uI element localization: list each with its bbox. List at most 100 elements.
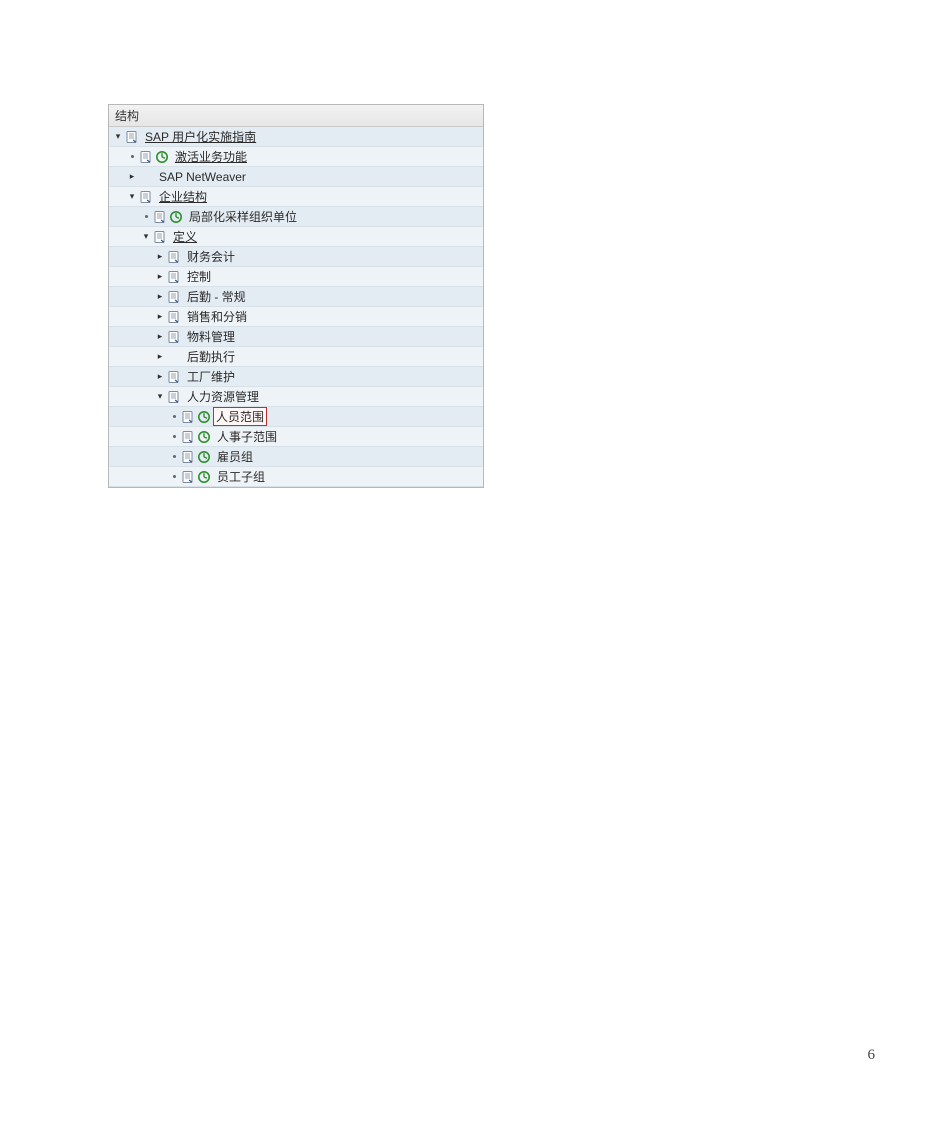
indent-spacer xyxy=(113,356,155,357)
document-icon[interactable] xyxy=(153,230,167,244)
document-icon[interactable] xyxy=(167,250,181,264)
indent-spacer xyxy=(113,216,141,217)
tree-row[interactable]: ▾ 企业结构 xyxy=(109,187,483,207)
tree-row[interactable]: 人事子范围 xyxy=(109,427,483,447)
tree-node-label[interactable]: 人事子范围 xyxy=(213,428,277,445)
tree-node-label[interactable]: 人员范围 xyxy=(213,407,267,426)
document-icon[interactable] xyxy=(125,130,139,144)
tree-node-label[interactable]: SAP 用户化实施指南 xyxy=(141,128,256,145)
page-number: 6 xyxy=(868,1047,876,1064)
tree-node-label[interactable]: 物料管理 xyxy=(183,328,235,345)
activity-icon[interactable] xyxy=(197,430,211,444)
indent-spacer xyxy=(113,296,155,297)
indent-spacer xyxy=(113,376,155,377)
activity-icon[interactable] xyxy=(169,210,183,224)
icon-spacer xyxy=(139,170,153,184)
tree-header: 结构 xyxy=(109,105,483,127)
tree-row[interactable]: ▸ SAP NetWeaver xyxy=(109,167,483,187)
document-icon[interactable] xyxy=(167,290,181,304)
document-icon[interactable] xyxy=(139,150,153,164)
document-icon[interactable] xyxy=(181,430,195,444)
expand-toggle-icon[interactable]: ▸ xyxy=(155,312,165,322)
activity-icon[interactable] xyxy=(197,450,211,464)
indent-spacer xyxy=(113,156,127,157)
indent-spacer xyxy=(113,396,155,397)
document-icon[interactable] xyxy=(139,190,153,204)
tree-row[interactable]: ▸ 控制 xyxy=(109,267,483,287)
tree-node-label[interactable]: 控制 xyxy=(183,268,211,285)
document-icon[interactable] xyxy=(167,270,181,284)
leaf-bullet-icon xyxy=(127,152,137,162)
tree-header-label: 结构 xyxy=(115,109,139,123)
leaf-bullet-icon xyxy=(169,452,179,462)
icon-spacer xyxy=(167,350,181,364)
expand-toggle-icon[interactable]: ▸ xyxy=(155,272,165,282)
indent-spacer xyxy=(113,336,155,337)
document-icon[interactable] xyxy=(167,390,181,404)
document-icon[interactable] xyxy=(181,470,195,484)
tree-row[interactable]: ▸ 销售和分销 xyxy=(109,307,483,327)
tree-row[interactable]: ▾ 人力资源管理 xyxy=(109,387,483,407)
activity-icon[interactable] xyxy=(155,150,169,164)
collapse-toggle-icon[interactable]: ▾ xyxy=(127,192,137,202)
tree-row[interactable]: 雇员组 xyxy=(109,447,483,467)
tree-row[interactable]: ▾ 定义 xyxy=(109,227,483,247)
tree-node-label[interactable]: 人力资源管理 xyxy=(183,388,259,405)
leaf-bullet-icon xyxy=(141,212,151,222)
expand-toggle-icon[interactable]: ▸ xyxy=(155,292,165,302)
expand-toggle-icon[interactable]: ▸ xyxy=(155,372,165,382)
tree-node-label[interactable]: 激活业务功能 xyxy=(171,148,247,165)
tree-node-label[interactable]: 财务会计 xyxy=(183,248,235,265)
tree-row[interactable]: 局部化采样组织单位 xyxy=(109,207,483,227)
indent-spacer xyxy=(113,476,169,477)
tree-row[interactable]: ▸ 财务会计 xyxy=(109,247,483,267)
document-icon[interactable] xyxy=(181,450,195,464)
tree-node-label[interactable]: 雇员组 xyxy=(213,448,253,465)
collapse-toggle-icon[interactable]: ▾ xyxy=(113,132,123,142)
expand-toggle-icon[interactable]: ▸ xyxy=(155,352,165,362)
tree-row[interactable]: 激活业务功能 xyxy=(109,147,483,167)
tree-node-label[interactable]: SAP NetWeaver xyxy=(155,170,246,184)
document-icon[interactable] xyxy=(167,310,181,324)
indent-spacer xyxy=(113,176,127,177)
tree-row[interactable]: ▸ 工厂维护 xyxy=(109,367,483,387)
img-tree-panel: 结构 ▾ SAP 用户化实施指南 激活业务功能 ▸ SAP NetWeaver ▾ 企… xyxy=(108,104,484,488)
tree-row[interactable]: ▸ 后勤执行 xyxy=(109,347,483,367)
expand-toggle-icon[interactable]: ▸ xyxy=(155,332,165,342)
activity-icon[interactable] xyxy=(197,410,211,424)
document-icon[interactable] xyxy=(167,330,181,344)
leaf-bullet-icon xyxy=(169,432,179,442)
expand-toggle-icon[interactable]: ▸ xyxy=(155,252,165,262)
indent-spacer xyxy=(113,236,141,237)
tree-node-label[interactable]: 后勤 - 常规 xyxy=(183,288,246,305)
tree-row[interactable]: 人员范围 xyxy=(109,407,483,427)
tree-row[interactable]: 员工子组 xyxy=(109,467,483,487)
document-icon[interactable] xyxy=(167,370,181,384)
activity-icon[interactable] xyxy=(197,470,211,484)
tree-node-label[interactable]: 定义 xyxy=(169,228,197,245)
expand-toggle-icon[interactable]: ▸ xyxy=(127,172,137,182)
indent-spacer xyxy=(113,416,169,417)
tree-node-label[interactable]: 销售和分销 xyxy=(183,308,247,325)
indent-spacer xyxy=(113,196,127,197)
tree-row[interactable]: ▸ 物料管理 xyxy=(109,327,483,347)
collapse-toggle-icon[interactable]: ▾ xyxy=(141,232,151,242)
collapse-toggle-icon[interactable]: ▾ xyxy=(155,392,165,402)
tree-body: ▾ SAP 用户化实施指南 激活业务功能 ▸ SAP NetWeaver ▾ 企业结构… xyxy=(109,127,483,487)
document-icon[interactable] xyxy=(181,410,195,424)
indent-spacer xyxy=(113,256,155,257)
leaf-bullet-icon xyxy=(169,472,179,482)
indent-spacer xyxy=(113,276,155,277)
indent-spacer xyxy=(113,436,169,437)
tree-node-label[interactable]: 企业结构 xyxy=(155,188,207,205)
tree-node-label[interactable]: 局部化采样组织单位 xyxy=(185,208,297,225)
document-icon[interactable] xyxy=(153,210,167,224)
indent-spacer xyxy=(113,316,155,317)
tree-node-label[interactable]: 工厂维护 xyxy=(183,368,235,385)
leaf-bullet-icon xyxy=(169,412,179,422)
tree-node-label[interactable]: 后勤执行 xyxy=(183,348,235,365)
tree-node-label[interactable]: 员工子组 xyxy=(213,468,265,485)
indent-spacer xyxy=(113,456,169,457)
tree-row[interactable]: ▸ 后勤 - 常规 xyxy=(109,287,483,307)
tree-row[interactable]: ▾ SAP 用户化实施指南 xyxy=(109,127,483,147)
